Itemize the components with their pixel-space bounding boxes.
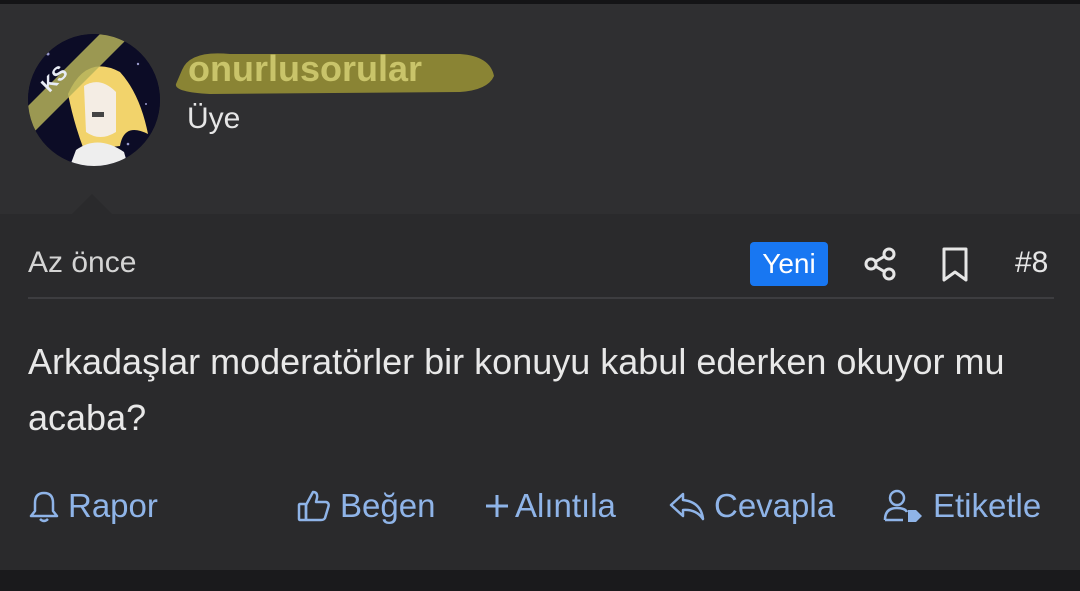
like-label: Beğen (340, 487, 436, 524)
tag-button[interactable]: Etiketle (883, 484, 1041, 528)
quote-label: Alıntıla (515, 487, 616, 524)
avatar[interactable]: KS (28, 34, 160, 166)
user-role: Üye (187, 102, 241, 135)
avatar-image: KS (28, 34, 160, 166)
reply-button[interactable]: Cevapla (668, 484, 835, 528)
thumbs-up-icon (297, 490, 330, 522)
bookmark-button[interactable] (938, 246, 972, 284)
pointer-arrow (70, 194, 114, 216)
quote-button[interactable]: Alıntıla (483, 484, 616, 528)
username-link[interactable]: onurlusorular (188, 48, 422, 90)
share-button[interactable] (862, 246, 898, 282)
post-message: Arkadaşlar moderatörler bir konuyu kabul… (28, 341, 1005, 438)
user-tag-icon (883, 489, 922, 522)
user-block: KS onurlusorular Üye (0, 4, 1080, 216)
bottom-border (0, 570, 1080, 591)
bookmark-icon (942, 247, 968, 282)
reply-icon (669, 492, 705, 521)
post-card: KS onurlusorular Üye Az önce Yeni #8 Ark… (0, 4, 1080, 570)
username-highlight: onurlusorular (170, 46, 500, 96)
reply-label: Cevapla (714, 487, 836, 524)
post-timestamp[interactable]: Az önce (28, 246, 136, 280)
bell-icon (29, 491, 59, 523)
report-button[interactable]: Rapor (28, 484, 158, 528)
report-label: Rapor (68, 487, 158, 524)
share-icon (864, 247, 896, 281)
post-number-link[interactable]: #8 (1015, 246, 1048, 280)
plus-icon (486, 495, 508, 517)
like-button[interactable]: Beğen (296, 484, 435, 528)
header-divider (28, 297, 1054, 299)
new-badge: Yeni (750, 242, 828, 286)
tag-label: Etiketle (933, 487, 1042, 524)
